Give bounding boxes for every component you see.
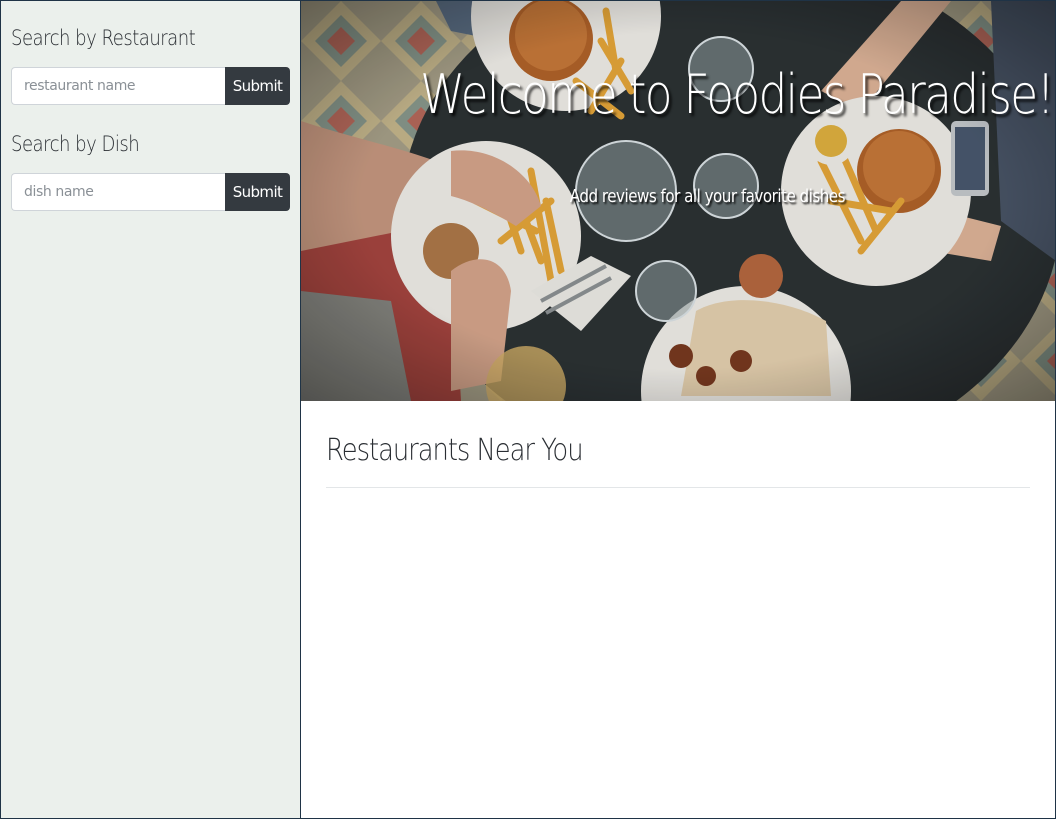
dish-search-form: Submit — [11, 173, 290, 211]
dish-search-heading: Search by Dish — [11, 132, 140, 156]
restaurant-search-input[interactable] — [11, 67, 225, 105]
section-divider — [326, 487, 1030, 488]
main-content: Welcome to Foodies Paradise! Add reviews… — [301, 1, 1055, 818]
restaurant-search-form: Submit — [11, 67, 290, 105]
hero-title: Welcome to Foodies Paradise! — [420, 63, 1055, 126]
hero-banner: Welcome to Foodies Paradise! Add reviews… — [301, 1, 1055, 401]
restaurant-submit-button[interactable]: Submit — [225, 67, 290, 105]
app-frame: Search by Restaurant Submit Search by Di… — [0, 0, 1056, 819]
dish-search-input[interactable] — [11, 173, 225, 211]
dish-submit-button[interactable]: Submit — [225, 173, 290, 211]
hero-subtitle: Add reviews for all your favorite dishes — [569, 186, 846, 207]
restaurant-search-heading: Search by Restaurant — [11, 26, 196, 50]
sidebar: Search by Restaurant Submit Search by Di… — [1, 1, 301, 818]
restaurants-near-you-heading: Restaurants Near You — [326, 433, 584, 468]
